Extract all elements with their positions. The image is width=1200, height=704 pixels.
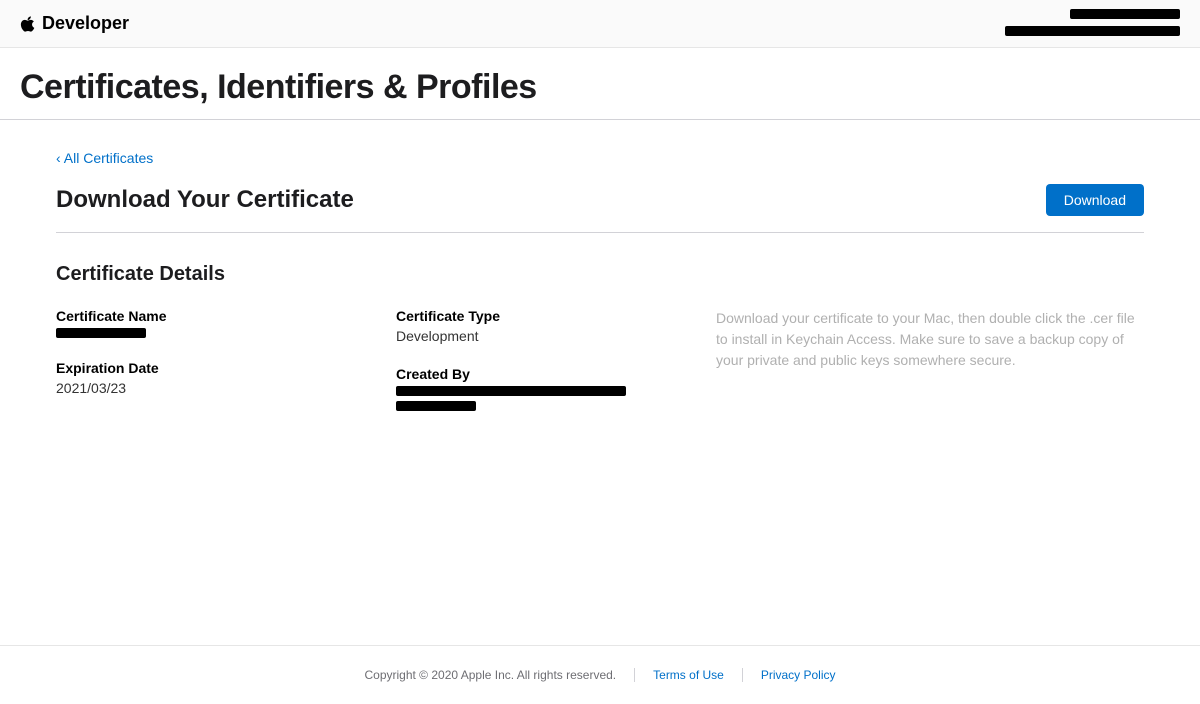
section-title: Download Your Certificate xyxy=(56,186,354,214)
page-title-wrap: Certificates, Identifiers & Profiles xyxy=(0,48,1200,120)
expiration-date-field: Expiration Date 2021/03/23 xyxy=(56,360,356,396)
footer: Copyright © 2020 Apple Inc. All rights r… xyxy=(0,645,1200,704)
account-info[interactable] xyxy=(1005,7,1180,41)
certificate-name-value xyxy=(56,328,356,338)
footer-copyright: Copyright © 2020 Apple Inc. All rights r… xyxy=(364,668,616,682)
account-team xyxy=(1005,24,1180,41)
details-grid: Certificate Name Expiration Date 2021/03… xyxy=(56,308,1144,433)
details-col-right: Download your certificate to your Mac, t… xyxy=(716,308,1144,433)
footer-terms-link[interactable]: Terms of Use xyxy=(653,668,724,682)
expiration-date-value: 2021/03/23 xyxy=(56,380,356,396)
top-nav: Developer xyxy=(0,0,1200,48)
page-title: Certificates, Identifiers & Profiles xyxy=(20,68,1180,107)
footer-divider xyxy=(634,668,635,682)
created-by-field: Created By xyxy=(396,366,676,411)
account-name xyxy=(1005,7,1180,24)
help-text: Download your certificate to your Mac, t… xyxy=(716,308,1144,371)
certificate-details-heading: Certificate Details xyxy=(56,263,1144,286)
created-by-label: Created By xyxy=(396,366,676,382)
expiration-date-label: Expiration Date xyxy=(56,360,356,376)
section-header: Download Your Certificate Download xyxy=(56,184,1144,233)
certificate-name-label: Certificate Name xyxy=(56,308,356,324)
back-all-certificates-link[interactable]: ‹ All Certificates xyxy=(56,150,153,166)
created-by-value xyxy=(396,386,676,411)
download-button[interactable]: Download xyxy=(1046,184,1144,216)
brand-text: Developer xyxy=(42,13,129,34)
details-col-left: Certificate Name Expiration Date 2021/03… xyxy=(56,308,356,433)
certificate-type-label: Certificate Type xyxy=(396,308,676,324)
main-content: ‹ All Certificates Download Your Certifi… xyxy=(0,120,1200,645)
certificate-type-field: Certificate Type Development xyxy=(396,308,676,344)
certificate-type-value: Development xyxy=(396,328,676,344)
footer-privacy-link[interactable]: Privacy Policy xyxy=(761,668,836,682)
certificate-name-field: Certificate Name xyxy=(56,308,356,338)
footer-divider xyxy=(742,668,743,682)
apple-logo-icon xyxy=(20,15,36,33)
brand[interactable]: Developer xyxy=(20,13,129,34)
details-col-mid: Certificate Type Development Created By xyxy=(396,308,676,433)
